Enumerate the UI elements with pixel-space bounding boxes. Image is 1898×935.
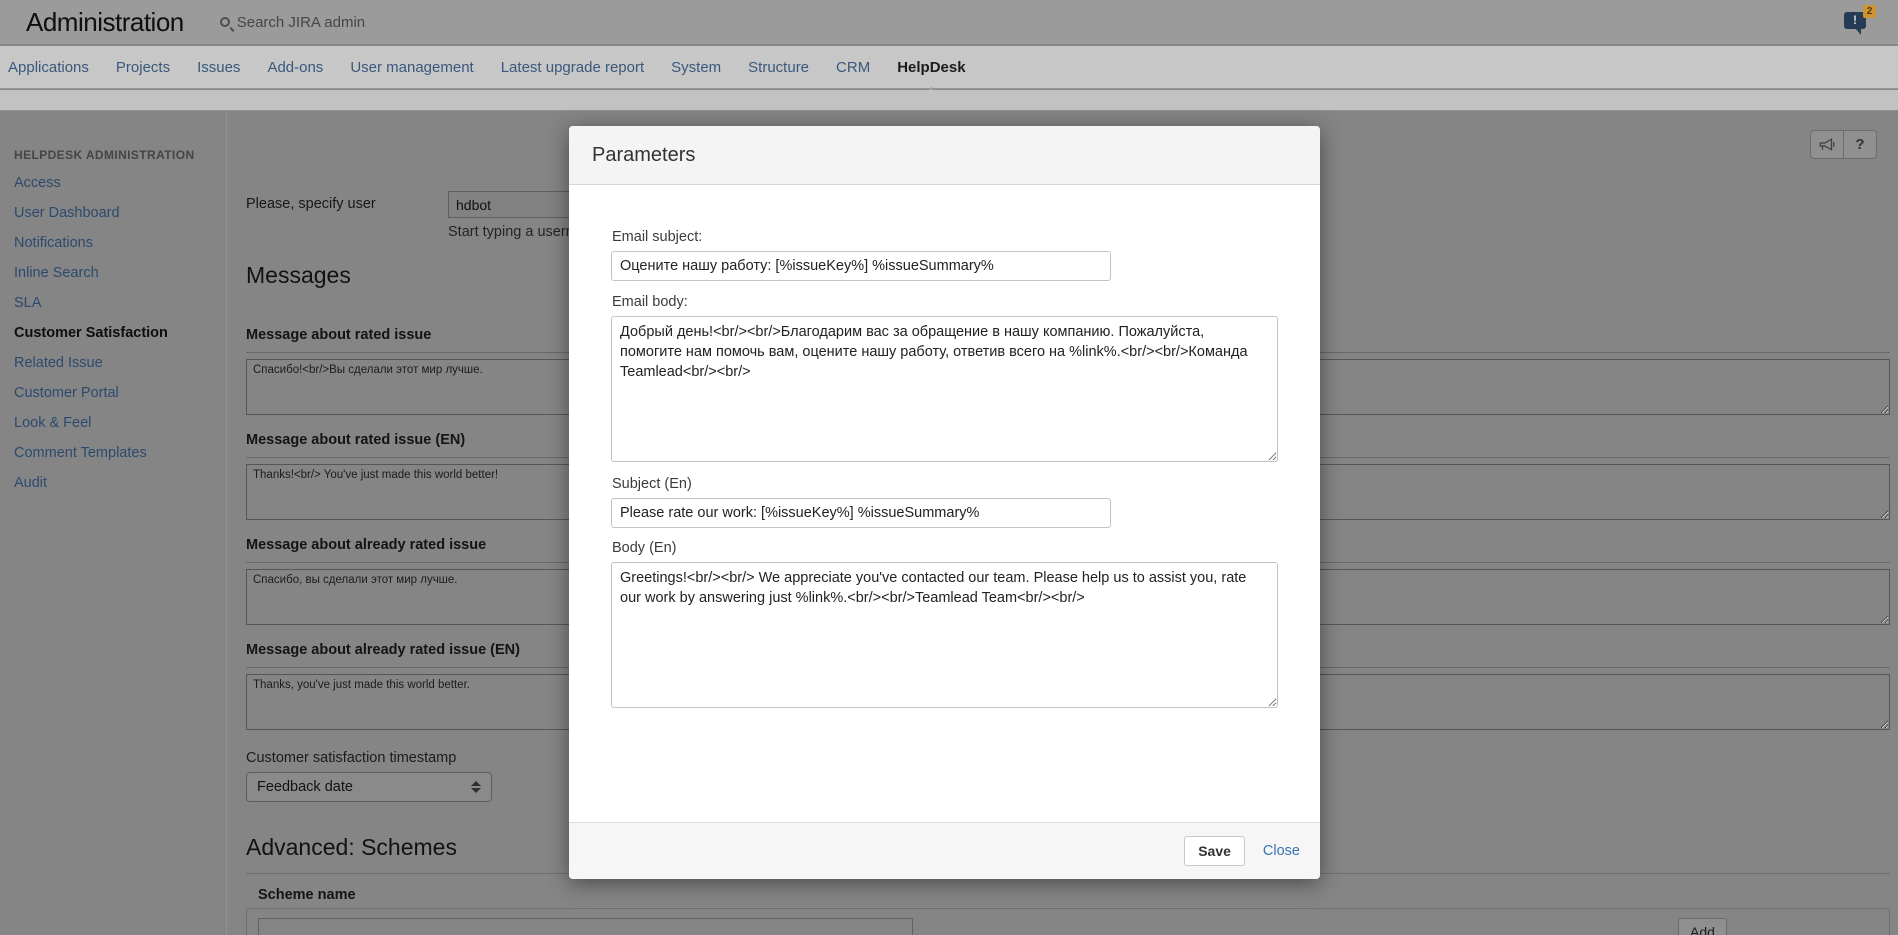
admin-header: Administration ! 2 [0,0,1898,45]
email-subject-input[interactable] [611,251,1111,281]
scheme-name-label: Scheme name [258,887,356,903]
body-en-label: Body (En) [612,540,1278,556]
search-icon [220,17,230,27]
page-tool-buttons: ? [1810,130,1877,159]
sidebar-item-audit[interactable]: Audit [0,468,226,498]
email-subject-label: Email subject: [612,229,1278,245]
nav-substrip [0,90,1898,111]
sidebar-item-comment-templates[interactable]: Comment Templates [0,438,226,468]
nav-item-addons[interactable]: Add-ons [267,59,323,76]
sidebar-heading: HELPDESK ADMINISTRATION [14,148,226,162]
sidebar-item-customer-portal[interactable]: Customer Portal [0,378,226,408]
admin-search [220,14,467,31]
body-en-textarea[interactable] [611,562,1278,708]
sidebar-item-related-issue[interactable]: Related Issue [0,348,226,378]
email-body-textarea[interactable] [611,316,1278,462]
nav-item-structure[interactable]: Structure [748,59,809,76]
nav-item-issues[interactable]: Issues [197,59,240,76]
help-button[interactable]: ? [1843,130,1877,159]
dialog-footer: Save Close [569,822,1320,879]
nav-item-helpdesk[interactable]: HelpDesk [897,59,965,76]
parameters-dialog: Parameters Email subject: Email body: Su… [569,126,1320,879]
page-title: Administration [26,7,184,38]
timestamp-select[interactable]: Feedback date [246,772,492,802]
timestamp-selected-option: Feedback date [257,779,353,795]
helpdesk-sidebar: HELPDESK ADMINISTRATION Access User Dash… [0,112,227,935]
notifications-icon[interactable]: ! 2 [1844,5,1878,35]
sidebar-item-access[interactable]: Access [0,168,226,198]
schemes-panel: Add [246,908,1890,935]
timestamp-label: Customer satisfaction timestamp [246,750,456,766]
nav-item-crm[interactable]: CRM [836,59,870,76]
close-button[interactable]: Close [1263,843,1300,859]
megaphone-icon [1818,137,1836,152]
sidebar-item-sla[interactable]: SLA [0,288,226,318]
sidebar-item-user-dashboard[interactable]: User Dashboard [0,198,226,228]
select-arrows-icon [471,781,481,793]
sidebar-item-look-and-feel[interactable]: Look & Feel [0,408,226,438]
notification-badge: 2 [1863,5,1876,18]
dialog-title: Parameters [592,144,695,167]
sidebar-item-customer-satisfaction[interactable]: Customer Satisfaction [0,318,226,348]
nav-item-applications[interactable]: Applications [8,59,89,76]
subject-en-input[interactable] [611,498,1111,528]
scheme-name-input[interactable] [258,918,913,935]
search-input[interactable] [237,14,467,31]
specify-user-label: Please, specify user [246,196,376,212]
dialog-body: Email subject: Email body: Subject (En) … [569,185,1320,708]
dialog-header: Parameters [569,126,1320,185]
sidebar-item-notifications[interactable]: Notifications [0,228,226,258]
email-body-label: Email body: [612,294,1278,310]
messages-heading: Messages [246,262,351,289]
nav-item-projects[interactable]: Projects [116,59,170,76]
add-scheme-button[interactable]: Add [1678,918,1727,935]
nav-item-user-management[interactable]: User management [350,59,473,76]
sidebar-item-inline-search[interactable]: Inline Search [0,258,226,288]
admin-nav: Applications Projects Issues Add-ons Use… [0,46,1898,89]
nav-item-latest-upgrade-report[interactable]: Latest upgrade report [501,59,644,76]
nav-item-system[interactable]: System [671,59,721,76]
subject-en-label: Subject (En) [612,476,1278,492]
announce-button[interactable] [1810,130,1844,159]
save-button[interactable]: Save [1184,836,1245,866]
